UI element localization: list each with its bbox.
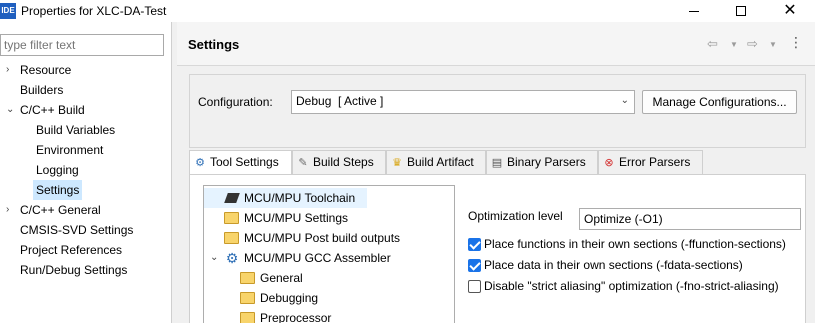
sidebar-item-project-references[interactable]: Project References: [20, 240, 122, 260]
expand-resource-icon[interactable]: ›: [6, 60, 16, 80]
configuration-label: Configuration:: [198, 95, 273, 109]
sidebar-item-resource[interactable]: Resource: [20, 60, 71, 80]
data-sections-option[interactable]: Place data in their own sections (-fdata…: [468, 256, 801, 276]
sidebar-item-settings[interactable]: Settings: [33, 180, 83, 200]
tool-settings-panel: MCU/MPU Toolchain MCU/MPU Settings MCU/M…: [189, 174, 806, 323]
tab-error-parsers[interactable]: ⊗ Error Parsers: [598, 150, 703, 174]
tool-settings-icon: ⚙: [195, 157, 205, 169]
optimization-level-label: Optimization level: [468, 209, 563, 223]
close-icon: ✕: [783, 2, 797, 19]
tree-item-general[interactable]: General: [204, 268, 444, 288]
page-header: Settings ⇦ ▼ ⇨ ▼ ⋮: [177, 22, 815, 66]
collapse-cpp-build-icon[interactable]: ⌄: [6, 100, 16, 120]
tree-item-mcu-mpu-post-build-outputs[interactable]: MCU/MPU Post build outputs: [204, 228, 444, 248]
chip-icon: [224, 193, 240, 203]
data-sections-checkbox[interactable]: [468, 259, 481, 272]
tool-tree: MCU/MPU Toolchain MCU/MPU Settings MCU/M…: [203, 185, 455, 323]
tab-label: Build Steps: [313, 155, 374, 169]
tree-item-label: General: [260, 271, 303, 285]
ide-app-icon: IDE: [0, 3, 16, 19]
forward-dropdown-icon[interactable]: ▼: [769, 40, 777, 49]
properties-sidebar: › Resource Builders ⌄ C/C++ Build Build …: [0, 22, 172, 323]
folder-icon: [224, 232, 239, 244]
data-sections-label: Place data in their own sections (-fdata…: [484, 258, 743, 272]
function-sections-option[interactable]: Place functions in their own sections (-…: [468, 235, 801, 255]
back-dropdown-icon[interactable]: ▼: [730, 40, 738, 49]
sidebar-item-run-debug-settings[interactable]: Run/Debug Settings: [20, 260, 127, 280]
folder-icon: [224, 212, 239, 224]
tree-item-label: MCU/MPU Toolchain: [244, 191, 356, 205]
tab-label: Build Artifact: [407, 155, 474, 169]
tree-item-mcu-mpu-gcc-assembler[interactable]: ⌄ ⚙ MCU/MPU GCC Assembler: [204, 248, 444, 268]
tree-item-label: MCU/MPU Settings: [244, 211, 349, 225]
build-artifact-icon: ♛: [392, 157, 402, 169]
filter-input[interactable]: [0, 34, 164, 56]
forward-arrow-icon[interactable]: ⇨: [747, 36, 758, 52]
tab-binary-parsers[interactable]: ▤ Binary Parsers: [486, 150, 598, 174]
strict-aliasing-option[interactable]: Disable "strict aliasing" optimization (…: [468, 277, 801, 297]
tree-item-label: MCU/MPU GCC Assembler: [244, 251, 391, 265]
sidebar-item-logging[interactable]: Logging: [36, 160, 79, 180]
minimize-icon: [689, 10, 699, 12]
configuration-select[interactable]: Debug [ Active ] ⌄: [291, 90, 635, 114]
configuration-value: Debug [ Active ]: [296, 94, 384, 108]
error-parsers-icon: ⊗: [604, 157, 614, 169]
strict-aliasing-checkbox[interactable]: [468, 280, 481, 293]
minimize-button[interactable]: [671, 0, 717, 22]
function-sections-label: Place functions in their own sections (-…: [484, 237, 786, 251]
gear-icon: ⚙: [225, 250, 239, 266]
back-arrow-icon[interactable]: ⇦: [707, 36, 718, 52]
tree-item-debugging[interactable]: Debugging: [204, 288, 444, 308]
tree-item-label: Preprocessor: [260, 311, 332, 323]
tree-item-label: MCU/MPU Post build outputs: [244, 231, 401, 245]
optimization-level-select[interactable]: Optimize (-O1): [579, 208, 801, 230]
function-sections-checkbox[interactable]: [468, 238, 481, 251]
chevron-down-icon: ⌄: [620, 95, 629, 106]
tab-label: Error Parsers: [619, 155, 691, 169]
tab-build-artifact[interactable]: ♛ Build Artifact: [386, 150, 486, 174]
tree-item-mcu-mpu-settings[interactable]: MCU/MPU Settings: [204, 208, 444, 228]
binary-parsers-icon: ▤: [491, 157, 503, 169]
page-title: Settings: [188, 37, 240, 52]
settings-page: Settings ⇦ ▼ ⇨ ▼ ⋮ Configuration: Debug …: [177, 22, 815, 323]
folder-icon: [240, 312, 255, 323]
window-title: Properties for XLC-DA-Test: [21, 4, 167, 18]
tree-item-mcu-mpu-toolchain[interactable]: MCU/MPU Toolchain: [204, 188, 367, 208]
sidebar-item-cpp-general[interactable]: C/C++ General: [20, 200, 101, 220]
strict-aliasing-label: Disable "strict aliasing" optimization (…: [484, 279, 779, 293]
folder-icon: [240, 272, 255, 284]
maximize-icon: [736, 6, 746, 16]
sidebar-item-build-variables[interactable]: Build Variables: [36, 120, 115, 140]
sidebar-item-builders[interactable]: Builders: [20, 80, 63, 100]
maximize-button[interactable]: [718, 0, 764, 22]
tree-item-label: Debugging: [260, 291, 319, 305]
tab-build-steps[interactable]: ✎ Build Steps: [292, 150, 386, 174]
manage-configurations-button[interactable]: Manage Configurations...: [642, 90, 797, 114]
view-menu-icon[interactable]: ⋮: [789, 34, 803, 51]
folder-icon: [240, 292, 255, 304]
sidebar-item-cpp-build[interactable]: C/C++ Build: [20, 100, 85, 120]
configuration-group: Configuration: Debug [ Active ] ⌄ Manage…: [189, 74, 806, 148]
expand-cpp-general-icon[interactable]: ›: [6, 200, 16, 220]
collapse-assembler-icon[interactable]: ⌄: [210, 248, 220, 268]
title-bar: IDE Properties for XLC-DA-Test ✕: [0, 0, 815, 22]
tab-label: Binary Parsers: [507, 155, 586, 169]
tree-item-preprocessor[interactable]: Preprocessor: [204, 308, 444, 323]
close-button[interactable]: ✕: [767, 0, 813, 22]
build-steps-icon: ✎: [298, 157, 308, 169]
sidebar-item-cmsis-svd-settings[interactable]: CMSIS-SVD Settings: [20, 220, 133, 240]
tab-label: Tool Settings: [210, 155, 279, 169]
tab-tool-settings[interactable]: ⚙ Tool Settings: [189, 150, 292, 175]
sidebar-item-environment[interactable]: Environment: [36, 140, 103, 160]
